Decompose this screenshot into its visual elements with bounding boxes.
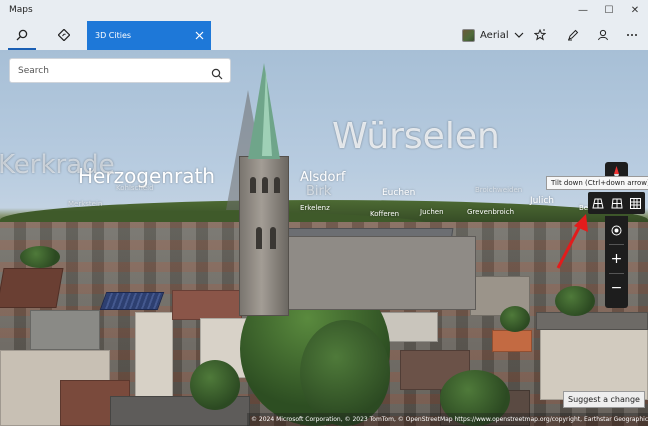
favorites-icon	[534, 29, 546, 41]
tilt-down-button[interactable]	[588, 192, 607, 214]
close-icon	[195, 31, 203, 39]
building	[540, 320, 648, 400]
tree	[300, 320, 390, 426]
more-icon	[627, 34, 637, 36]
grid-icon	[630, 197, 641, 209]
title-bar: Maps — ☐ ✕	[0, 0, 648, 20]
search-icon	[16, 29, 28, 41]
tab-close-button[interactable]	[190, 26, 208, 44]
zoom-out-button[interactable]: −	[605, 274, 628, 302]
account-icon	[598, 29, 608, 41]
place-label-bedburg[interactable]: Be	[579, 204, 588, 212]
tower-window	[262, 177, 268, 193]
tilt-up-button[interactable]	[607, 192, 626, 214]
tower-window	[250, 177, 256, 193]
location-target-icon	[611, 225, 622, 235]
favorites-button[interactable]	[525, 20, 555, 50]
spire-highlight	[262, 70, 272, 156]
place-label-kofferen[interactable]: Kofferen	[370, 210, 399, 218]
search-box	[9, 58, 231, 83]
place-label-juchen[interactable]: Juchen	[420, 208, 444, 216]
map-view-3d[interactable]: Würselen Herzogenrath Kerkrade Alsdorf B…	[0, 50, 648, 426]
location-button[interactable]	[605, 216, 628, 244]
place-label-erkelenz[interactable]: Erkelenz	[300, 204, 330, 212]
search-tab-button[interactable]	[2, 20, 42, 50]
aerial-thumbnail-icon	[462, 28, 475, 42]
maximize-button[interactable]: ☐	[596, 0, 622, 20]
ink-pen-icon	[568, 29, 579, 41]
map-style-label: Aerial	[480, 29, 509, 41]
tower-window	[270, 227, 276, 249]
directions-icon	[58, 29, 70, 41]
zoom-in-button[interactable]: +	[605, 245, 628, 273]
roof	[0, 268, 64, 308]
tilt-controls	[588, 192, 645, 214]
window-controls: — ☐ ✕	[570, 0, 648, 20]
ink-button[interactable]	[558, 20, 588, 50]
place-label-broichweiden[interactable]: Broichweiden	[475, 186, 522, 194]
zoom-controls: + −	[605, 216, 628, 308]
place-label-alsdorf[interactable]: Alsdorf	[300, 170, 345, 185]
place-label-kerkrade[interactable]: Kerkrade	[0, 150, 115, 180]
building	[135, 312, 173, 402]
tree	[190, 360, 240, 410]
close-window-button[interactable]: ✕	[622, 0, 648, 20]
tab-3d-cities-label: 3D Cities	[95, 31, 132, 40]
tree	[20, 246, 60, 268]
toolbar: 3D Cities Aerial	[0, 20, 648, 50]
minimize-button[interactable]: —	[570, 0, 596, 20]
search-icon	[211, 68, 223, 80]
tower-window	[256, 227, 262, 249]
tilt-down-icon	[591, 198, 604, 208]
tilt-tooltip: Tilt down (Ctrl+down arrow)	[546, 176, 648, 190]
search-input[interactable]	[10, 65, 200, 76]
annotation-arrow-icon	[556, 214, 588, 269]
place-label-wurselen[interactable]: Würselen	[332, 116, 500, 157]
suggest-change-button[interactable]: Suggest a change	[563, 391, 645, 408]
search-submit-button[interactable]	[211, 65, 223, 80]
place-label-grevenbroich[interactable]: Grevenbroich	[467, 208, 514, 216]
place-label-julich[interactable]: Julich	[530, 196, 554, 206]
roof	[536, 312, 648, 330]
app-title: Maps	[9, 5, 33, 15]
tower-window	[274, 177, 280, 193]
roof	[172, 290, 242, 320]
place-label-birk[interactable]: Birk	[306, 184, 331, 199]
tilt-up-icon	[610, 198, 623, 208]
account-button[interactable]	[588, 20, 618, 50]
church-tower	[239, 156, 289, 316]
place-label-kohlscheid[interactable]: Kohlscheid	[116, 184, 154, 192]
place-label-euchen[interactable]: Euchen	[382, 188, 415, 198]
tree	[500, 306, 530, 332]
place-label-merkstein[interactable]: Merkstein	[68, 200, 102, 208]
solar-panels	[99, 292, 165, 310]
chevron-down-icon	[514, 32, 524, 38]
roof	[492, 330, 532, 352]
directions-button[interactable]	[44, 20, 84, 50]
tree	[555, 286, 595, 316]
map-style-picker[interactable]: Aerial	[462, 24, 524, 46]
more-button[interactable]	[617, 20, 647, 50]
top-view-button[interactable]	[626, 192, 645, 214]
copyright-text: © 2024 Microsoft Corporation, © 2023 Tom…	[247, 413, 648, 426]
church-nave	[276, 236, 476, 310]
tab-3d-cities[interactable]: 3D Cities	[87, 21, 211, 50]
roof	[30, 310, 100, 350]
